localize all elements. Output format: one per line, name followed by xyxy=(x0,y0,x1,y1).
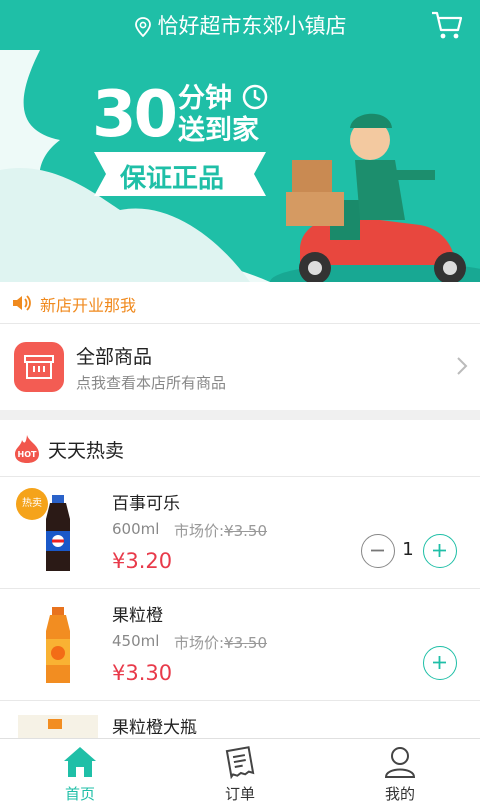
bottom-nav: 首页 订单 我的 xyxy=(0,738,480,810)
order-list-icon xyxy=(225,746,255,779)
product-name: 百事可乐 xyxy=(112,494,180,514)
increase-button[interactable] xyxy=(423,534,457,568)
product-name: 果粒橙大瓶 xyxy=(112,718,197,738)
all-products-title: 全部商品 xyxy=(76,346,153,368)
location-pin-icon xyxy=(134,17,151,37)
hot-section: HOT 天天热卖 百事可乐 600ml 市场价:¥3.50 ¥3.20 1 果粒… xyxy=(0,420,480,738)
notice-bar[interactable]: 新店开业那我 xyxy=(0,282,480,324)
all-products-entry[interactable]: 全部商品 点我查看本店所有商品 xyxy=(0,324,480,410)
tab-orders-label: 订单 xyxy=(224,785,255,803)
market-price-value: ¥3.50 xyxy=(224,522,268,540)
store-name: 恰好超市东郊小镇店 xyxy=(157,14,347,38)
tab-mine[interactable]: 我的 xyxy=(320,739,480,810)
top-bar: 恰好超市东郊小镇店 xyxy=(0,0,480,50)
market-price-label: 市场价: xyxy=(174,522,225,540)
chevron-right-icon xyxy=(457,357,468,375)
product-price: ¥3.20 xyxy=(112,549,173,573)
store-icon xyxy=(14,342,64,392)
clock-icon xyxy=(243,84,268,110)
product-spec: 600ml xyxy=(112,520,160,538)
product-row[interactable]: 百事可乐 600ml 市场价:¥3.50 ¥3.20 1 xyxy=(0,476,480,588)
product-row[interactable]: 果粒橙大瓶 xyxy=(0,700,480,738)
hot-title: 天天热卖 xyxy=(48,440,125,462)
hot-header: HOT 天天热卖 xyxy=(0,420,480,476)
product-name: 果粒橙 xyxy=(112,606,163,626)
promo-banner[interactable]: 30 分钟 送到家 保证正品 xyxy=(0,50,480,282)
banner-minutes: 30 xyxy=(92,78,178,152)
plus-icon xyxy=(433,656,446,669)
orange-juice-large-bottle-image xyxy=(18,715,98,738)
increase-button[interactable] xyxy=(423,646,457,680)
product-price: ¥3.30 xyxy=(112,661,173,685)
market-price: 市场价:¥3.50 xyxy=(174,520,267,541)
home-icon xyxy=(64,747,96,777)
tab-orders[interactable]: 订单 xyxy=(160,739,320,810)
minus-icon xyxy=(371,549,384,552)
quantity-value: 1 xyxy=(402,539,414,560)
all-products-subtitle: 点我查看本店所有商品 xyxy=(76,374,227,392)
store-title[interactable]: 恰好超市东郊小镇店 xyxy=(0,10,480,40)
hot-flame-icon: HOT xyxy=(15,435,39,463)
notice-text: 新店开业那我 xyxy=(40,296,137,315)
market-price-label: 市场价: xyxy=(174,634,225,652)
banner-line2: 送到家 xyxy=(178,115,259,146)
orange-juice-bottle-image xyxy=(46,607,70,683)
tab-mine-label: 我的 xyxy=(384,785,415,803)
svg-text:HOT: HOT xyxy=(18,450,37,459)
hot-sale-tag: 热卖 xyxy=(16,488,48,520)
product-row[interactable]: 果粒橙 450ml 市场价:¥3.50 ¥3.30 xyxy=(0,588,480,700)
product-spec: 450ml xyxy=(112,632,160,650)
speaker-icon xyxy=(13,295,31,311)
decrease-button[interactable] xyxy=(361,534,395,568)
tab-home-label: 首页 xyxy=(64,785,95,803)
banner-slogan: 保证正品 xyxy=(120,164,225,194)
cart-icon[interactable] xyxy=(430,10,464,40)
user-icon xyxy=(384,747,416,778)
plus-icon xyxy=(433,544,446,557)
tab-home[interactable]: 首页 xyxy=(0,739,160,810)
market-price-value: ¥3.50 xyxy=(224,634,268,652)
market-price: 市场价:¥3.50 xyxy=(174,632,267,653)
